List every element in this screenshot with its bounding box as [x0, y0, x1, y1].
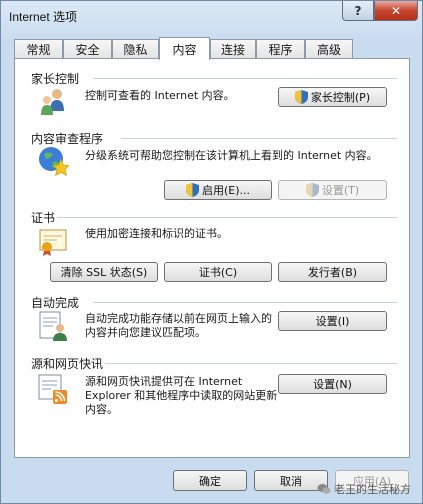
autocomplete-settings-button[interactable]: 设置(I): [278, 311, 387, 331]
close-icon: ✕: [390, 3, 402, 18]
content-advisor-icon: [39, 147, 69, 177]
internet-options-dialog: Internet 选项 ? ✕ 常规 安全 隐私 内容 连接 程序 高级 家长控…: [0, 0, 423, 504]
group-divider: [57, 217, 397, 218]
certificates-title: 证书: [31, 211, 56, 225]
certificate-icon: [39, 229, 67, 256]
feeds-settings-label: 设置(N): [313, 378, 352, 391]
publishers-button-label: 发行者(B): [307, 266, 358, 279]
group-divider: [105, 363, 397, 364]
content-advisor-settings-button[interactable]: 设置(T): [278, 180, 387, 200]
tab-content[interactable]: 内容: [159, 37, 210, 60]
group-divider: [93, 78, 397, 79]
feeds-title: 源和网页快讯: [31, 357, 104, 371]
wechat-icon: [317, 484, 331, 494]
enable-button-label: 启用(E)...: [201, 184, 251, 197]
uac-shield-icon: [305, 183, 319, 197]
publishers-button[interactable]: 发行者(B): [278, 262, 387, 282]
feeds-icon: [38, 374, 67, 404]
group-divider: [121, 138, 397, 139]
parental-controls-button[interactable]: 家长控制(P): [278, 87, 387, 107]
watermark: 老王的生活秘方: [317, 481, 411, 497]
certificates-button-label: 证书(C): [198, 266, 238, 279]
ok-button[interactable]: 确定: [173, 470, 247, 491]
parental-controls-button-label: 家长控制(P): [310, 91, 371, 104]
autocomplete-icon: [39, 311, 67, 341]
ok-label: 确定: [199, 474, 221, 488]
close-button[interactable]: ✕: [374, 1, 418, 21]
tab-connections[interactable]: 连接: [210, 39, 256, 59]
tab-security[interactable]: 安全: [63, 39, 112, 59]
certificates-button[interactable]: 证书(C): [164, 262, 272, 282]
content-advisor-description: 分级系统可帮助您控制在该计算机上看到的 Internet 内容。: [85, 149, 378, 162]
tab-general[interactable]: 常规: [14, 39, 63, 59]
parental-controls-description: 控制可查看的 Internet 内容。: [85, 89, 235, 102]
help-icon: ?: [354, 3, 362, 18]
tab-privacy[interactable]: 隐私: [112, 39, 159, 59]
settings-button-label: 设置(T): [321, 184, 360, 197]
clear-ssl-state-button[interactable]: 清除 SSL 状态(S): [50, 262, 158, 282]
uac-shield-icon: [294, 90, 308, 104]
clear-ssl-label: 清除 SSL 状态(S): [60, 266, 148, 279]
certificates-description: 使用加密连接和标识的证书。: [85, 227, 228, 240]
enable-content-advisor-button[interactable]: 启用(E)...: [164, 180, 272, 200]
cancel-label: 取消: [280, 474, 302, 488]
feeds-description: 源和网页快讯提供可在 Internet Explorer 和其他程序中读取的网站…: [85, 375, 278, 416]
parental-controls-icon: [41, 89, 64, 115]
help-button[interactable]: ?: [342, 1, 374, 21]
title-bar[interactable]: Internet 选项 ? ✕: [1, 1, 422, 33]
tab-advanced[interactable]: 高级: [305, 39, 353, 59]
autocomplete-description: 自动完成功能存储以前在网页上输入的内容并向您建议匹配项。: [85, 312, 272, 339]
watermark-text: 老王的生活秘方: [334, 483, 411, 496]
uac-shield-icon: [185, 183, 199, 197]
group-divider: [93, 302, 397, 303]
content-tab-panel: 家长控制 控制可查看的 Internet 内容。 家长控制(P) 内容审查程序 …: [14, 58, 410, 458]
feeds-settings-button[interactable]: 设置(N): [278, 374, 387, 394]
window-title: Internet 选项: [9, 10, 78, 24]
tab-programs[interactable]: 程序: [256, 39, 305, 59]
autocomplete-settings-label: 设置(I): [315, 315, 350, 328]
autocomplete-title: 自动完成: [31, 296, 80, 310]
